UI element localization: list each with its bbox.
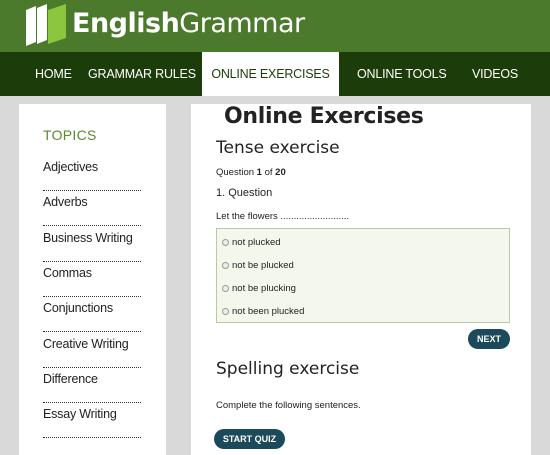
answer-options: not plucked not be plucked not be plucki… xyxy=(216,228,510,323)
topic-adverbs[interactable]: Adverbs xyxy=(43,191,141,226)
topic-commas[interactable]: Commas xyxy=(43,262,141,297)
option-label: not plucked xyxy=(232,237,281,248)
next-button[interactable]: NEXT xyxy=(468,329,510,349)
nav-grammar-rules[interactable]: GRAMMAR RULES xyxy=(88,52,196,96)
progress-prefix: Question xyxy=(216,167,257,178)
brand-light: Grammar xyxy=(179,8,305,39)
radio-icon[interactable] xyxy=(222,285,229,292)
option-not-plucked[interactable]: not plucked xyxy=(222,237,281,248)
nav-videos[interactable]: VIDEOS xyxy=(472,52,518,96)
topic-conjunctions[interactable]: Conjunctions xyxy=(43,297,141,332)
radio-icon[interactable] xyxy=(222,308,229,315)
book-logo-icon[interactable] xyxy=(22,2,68,48)
main-content: Online Exercises Tense exercise Question… xyxy=(191,104,531,455)
option-not-been-plucked[interactable]: not been plucked xyxy=(222,306,304,317)
topic-business-writing[interactable]: Business Writing xyxy=(43,227,141,262)
option-not-be-plucking[interactable]: not be plucking xyxy=(222,283,296,294)
page-title: Online Exercises xyxy=(224,104,424,129)
brand-logo[interactable]: EnglishGrammar xyxy=(72,8,305,39)
nav-online-exercises[interactable]: ONLINE EXERCISES xyxy=(202,52,339,96)
site-header: EnglishGrammar xyxy=(0,0,550,52)
topics-sidebar: TOPICS Adjectives Adverbs Business Writi… xyxy=(19,104,166,455)
option-not-be-plucked[interactable]: not be plucked xyxy=(222,260,294,271)
question-label: 1. Question xyxy=(216,187,273,199)
tense-exercise-title: Tense exercise xyxy=(216,138,340,158)
progress-of: of xyxy=(261,167,276,178)
option-label: not be plucking xyxy=(232,283,296,294)
brand-bold: English xyxy=(72,8,180,39)
nav-online-tools[interactable]: ONLINE TOOLS xyxy=(357,52,447,96)
spelling-instruction: Complete the following sentences. xyxy=(216,400,361,411)
total-questions: 20 xyxy=(275,167,286,178)
radio-icon[interactable] xyxy=(222,262,229,269)
spelling-exercise-title: Spelling exercise xyxy=(216,359,360,379)
option-label: not been plucked xyxy=(232,306,305,317)
topics-heading: TOPICS xyxy=(43,127,97,143)
question-progress: Question 1 of 20 xyxy=(216,167,286,178)
question-prompt: Let the flowers ........................… xyxy=(216,211,350,222)
topic-difference[interactable]: Difference xyxy=(43,368,141,403)
radio-icon[interactable] xyxy=(222,239,229,246)
topic-creative-writing[interactable]: Creative Writing xyxy=(43,333,141,368)
option-label: not be plucked xyxy=(232,260,294,271)
nav-home[interactable]: HOME xyxy=(35,52,72,96)
start-quiz-button[interactable]: START QUIZ xyxy=(214,429,285,449)
topic-essay-writing[interactable]: Essay Writing xyxy=(43,403,141,438)
main-nav: HOME GRAMMAR RULES ONLINE EXERCISES ONLI… xyxy=(0,52,550,96)
topic-adjectives[interactable]: Adjectives xyxy=(43,156,141,191)
